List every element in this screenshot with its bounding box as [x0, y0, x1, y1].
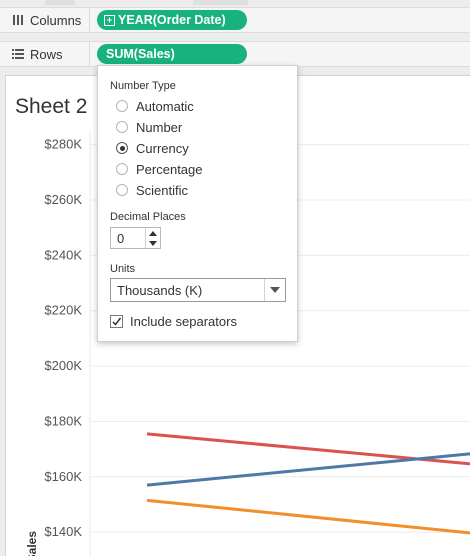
y-tick-label: $240K	[44, 247, 82, 262]
columns-shelf-label: Columns	[0, 8, 90, 32]
radio-button[interactable]	[116, 100, 128, 112]
year-order-date-pill[interactable]: + YEAR(Order Date)	[97, 10, 247, 30]
columns-shelf: Columns + YEAR(Order Date)	[0, 7, 470, 33]
radio-label: Currency	[136, 140, 189, 156]
number-type-option-currency[interactable]: Currency	[116, 139, 189, 157]
y-tick-label: $180K	[44, 413, 82, 428]
year-order-date-pill-label: YEAR(Order Date)	[118, 13, 226, 27]
radio-button[interactable]	[116, 184, 128, 196]
y-tick-label: $220K	[44, 303, 82, 318]
number-type-option-percentage[interactable]: Percentage	[116, 160, 203, 178]
number-type-option-number[interactable]: Number	[116, 118, 182, 136]
stepper-up-icon[interactable]	[146, 228, 160, 238]
include-separators-label: Include separators	[130, 314, 237, 329]
radio-button[interactable]	[116, 121, 128, 133]
include-separators-checkbox[interactable]	[110, 315, 123, 328]
rows-icon	[12, 48, 24, 60]
units-dropdown[interactable]: Thousands (K)	[110, 278, 286, 302]
y-tick-label: $260K	[44, 192, 82, 207]
radio-button[interactable]	[116, 163, 128, 175]
radio-label: Number	[136, 119, 183, 135]
units-label: Units	[110, 263, 136, 275]
y-tick-label: $200K	[44, 358, 82, 373]
number-type-option-scientific[interactable]: Scientific	[116, 181, 188, 199]
include-separators-checkbox-row[interactable]: Include separators	[110, 314, 237, 329]
radio-label: Percentage	[136, 161, 203, 177]
top-tab-stub	[193, 0, 248, 5]
expand-plus-icon[interactable]: +	[104, 14, 115, 26]
number-type-label: Number Type	[110, 80, 176, 92]
decimal-places-label: Decimal Places	[110, 211, 186, 223]
y-tick-label: $140K	[44, 524, 82, 539]
number-type-option-automatic[interactable]: Automatic	[116, 97, 194, 115]
radio-label: Automatic	[136, 98, 194, 114]
radio-button[interactable]	[116, 142, 128, 154]
decimal-places-value[interactable]: 0	[117, 231, 124, 246]
radio-label: Scientific	[136, 182, 189, 198]
sum-sales-pill[interactable]: SUM(Sales)	[97, 44, 247, 64]
stepper-down-icon[interactable]	[146, 238, 160, 248]
decimal-places-stepper[interactable]: 0	[110, 227, 161, 249]
top-tab-stub	[45, 0, 75, 5]
units-selected-value: Thousands (K)	[117, 283, 203, 298]
columns-label: Columns	[30, 12, 82, 28]
rows-shelf-label: Rows	[0, 42, 90, 66]
sum-sales-pill-label: SUM(Sales)	[106, 47, 175, 61]
y-tick-label: $280K	[44, 137, 82, 152]
number-format-popup: Number Type Automatic Number Currency Perce…	[97, 65, 298, 342]
y-axis-title: Sales	[25, 531, 39, 556]
series-line-2	[146, 452, 470, 487]
chevron-down-icon[interactable]	[264, 279, 285, 301]
stepper-buttons	[145, 228, 160, 248]
columns-icon	[12, 14, 24, 26]
y-tick-label: $160K	[44, 469, 82, 484]
rows-shelf: Rows SUM(Sales)	[0, 41, 470, 67]
rows-label: Rows	[30, 46, 63, 62]
series-line-3	[146, 498, 470, 535]
